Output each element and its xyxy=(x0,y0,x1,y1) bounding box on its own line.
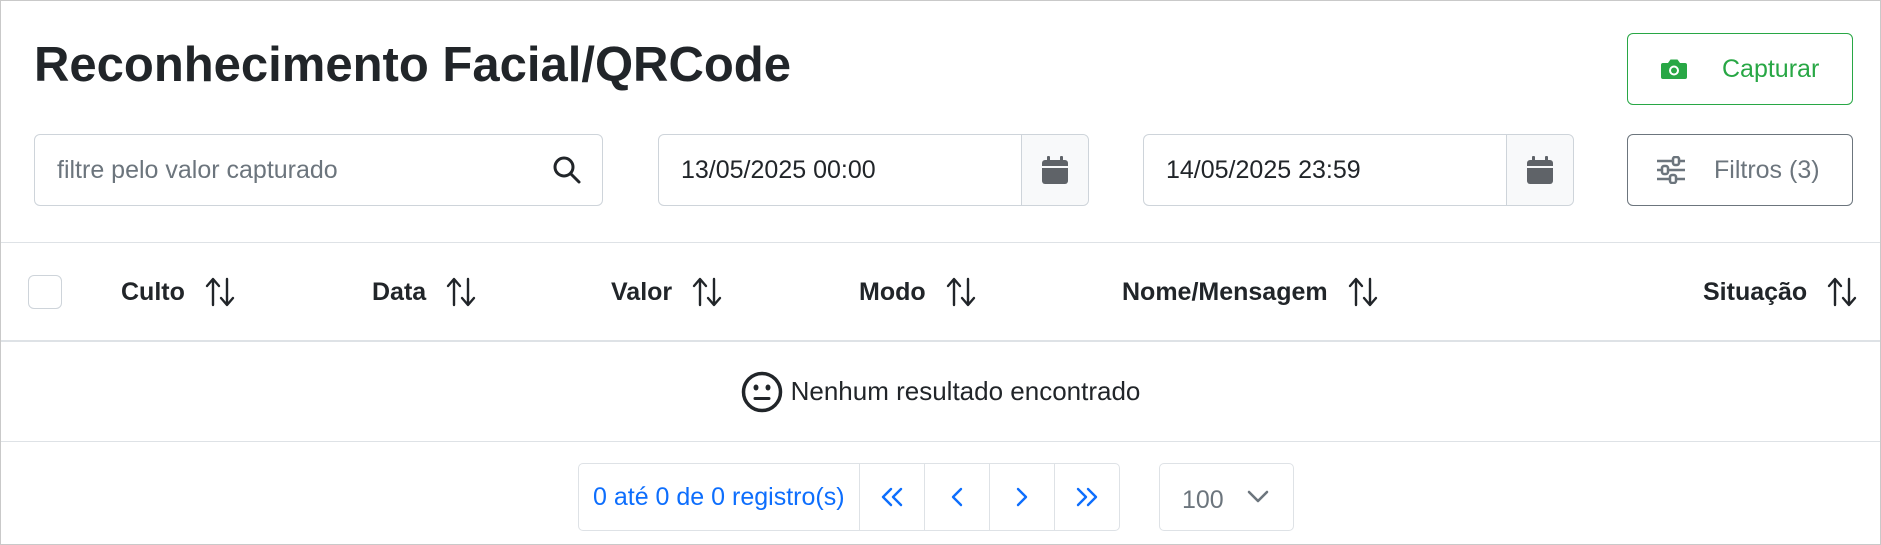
previous-page-button[interactable] xyxy=(925,464,990,530)
column-header-label: Situação xyxy=(1703,277,1808,306)
page-title: Reconhecimento Facial/QRCode xyxy=(34,38,791,92)
calendar-icon xyxy=(1527,156,1553,184)
date-start-group: 13/05/2025 00:00 xyxy=(658,134,1089,206)
date-start-input[interactable]: 13/05/2025 00:00 xyxy=(659,135,1021,205)
chevron-down-icon xyxy=(1247,490,1269,503)
date-end-calendar-button[interactable] xyxy=(1506,135,1573,205)
calendar-icon xyxy=(1042,156,1068,184)
chevron-left-icon xyxy=(951,487,962,507)
page-size-select[interactable]: 100 xyxy=(1159,463,1294,531)
sort-icon xyxy=(205,277,235,307)
date-start-calendar-button[interactable] xyxy=(1021,135,1088,205)
column-header-label: Culto xyxy=(121,277,185,306)
next-page-button[interactable] xyxy=(990,464,1055,530)
filters-button[interactable]: Filtros (3) xyxy=(1627,134,1853,206)
sort-icon xyxy=(1828,277,1857,307)
sliders-icon xyxy=(1657,156,1685,184)
sort-icon xyxy=(692,277,722,307)
select-all-checkbox[interactable] xyxy=(28,275,62,309)
divider xyxy=(1,441,1880,442)
search-icon[interactable] xyxy=(552,155,582,185)
sort-icon xyxy=(446,277,476,307)
search-box xyxy=(34,134,603,206)
column-header-label: Modo xyxy=(859,277,926,306)
double-chevron-right-icon xyxy=(1076,487,1097,507)
pagination: 0 até 0 de 0 registro(s) xyxy=(578,463,1120,531)
first-page-button[interactable] xyxy=(860,464,925,530)
page-size-value: 100 xyxy=(1182,485,1224,514)
date-end-input[interactable]: 14/05/2025 23:59 xyxy=(1144,135,1506,205)
sort-icon xyxy=(946,277,975,307)
pagination-info: 0 até 0 de 0 registro(s) xyxy=(579,464,860,530)
search-input[interactable] xyxy=(57,155,517,185)
neutral-face-icon xyxy=(741,371,782,412)
chevron-right-icon xyxy=(1016,487,1027,507)
filters-button-label: Filtros (3) xyxy=(1714,155,1820,184)
page-frame: Reconhecimento Facial/QRCode Capturar 13… xyxy=(0,0,1881,545)
empty-state-message: Nenhum resultado encontrado xyxy=(790,376,1141,406)
column-header-modo[interactable]: Modo xyxy=(859,243,976,341)
column-header-valor[interactable]: Valor xyxy=(611,243,722,341)
column-header-label: Data xyxy=(372,277,427,306)
sort-icon xyxy=(1348,277,1377,307)
date-end-group: 14/05/2025 23:59 xyxy=(1143,134,1574,206)
column-header-label: Valor xyxy=(611,277,673,306)
empty-state-row: Nenhum resultado encontrado xyxy=(1,342,1880,441)
column-header-label: Nome/Mensagem xyxy=(1122,277,1328,306)
column-header-nome-mensagem[interactable]: Nome/Mensagem xyxy=(1122,243,1378,341)
last-page-button[interactable] xyxy=(1055,464,1119,530)
column-header-culto[interactable]: Culto xyxy=(121,243,235,341)
column-header-situacao[interactable]: Situação xyxy=(1703,243,1857,341)
table-header: Culto Data Valor Modo Nome/Mensagem Situ… xyxy=(1,243,1880,341)
camera-icon xyxy=(1661,59,1687,79)
double-chevron-left-icon xyxy=(881,487,902,507)
capture-button[interactable]: Capturar xyxy=(1627,33,1853,105)
capture-button-label: Capturar xyxy=(1722,54,1820,83)
column-header-data[interactable]: Data xyxy=(372,243,476,341)
